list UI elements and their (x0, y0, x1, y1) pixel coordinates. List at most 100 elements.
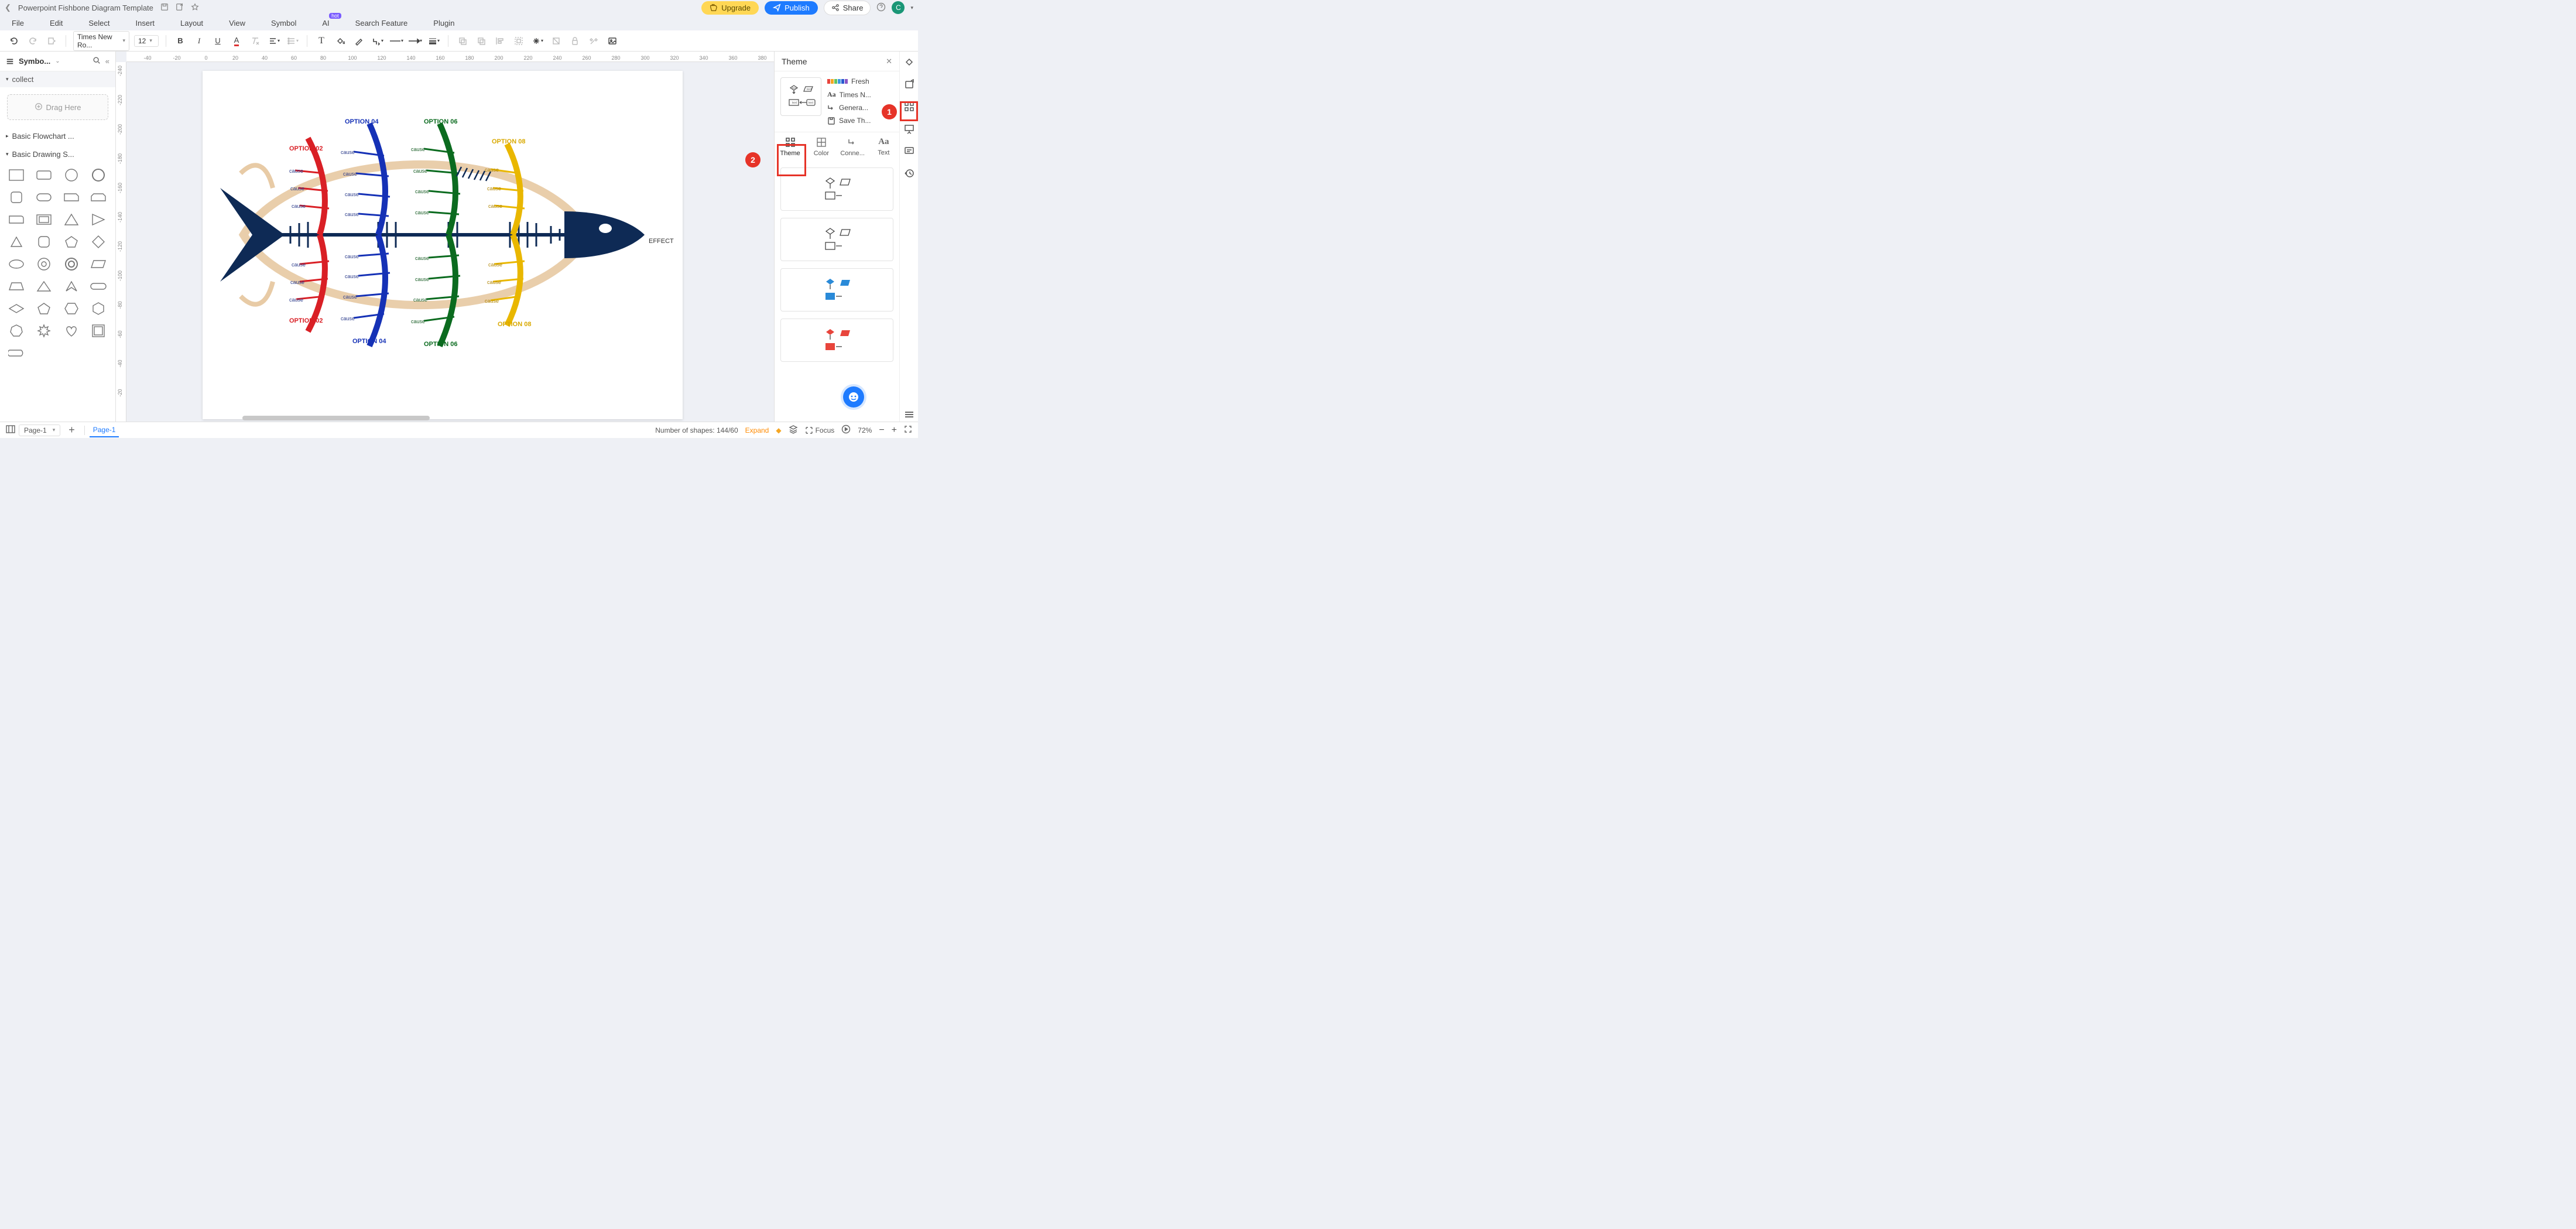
page[interactable]: EFFECT OPTION 02 OPTION 02 cause (203, 71, 683, 419)
user-avatar[interactable]: C (892, 1, 905, 14)
zoom-in-button[interactable]: + (892, 425, 897, 436)
align-shapes-button[interactable] (493, 34, 507, 48)
save-icon[interactable] (160, 3, 169, 13)
clear-format-button[interactable] (248, 34, 262, 48)
favorite-star-icon[interactable] (191, 3, 199, 13)
publish-button[interactable]: Publish (765, 1, 818, 15)
shape-triangle-small[interactable] (6, 234, 27, 250)
send-back-button[interactable] (474, 34, 488, 48)
font-size-select[interactable]: 12▾ (134, 35, 159, 47)
undo-button[interactable] (7, 34, 21, 48)
fullscreen-icon[interactable] (904, 425, 912, 435)
menu-layout[interactable]: Layout (180, 19, 203, 28)
sidebar-dropdown-icon[interactable]: ⌄ (55, 58, 60, 64)
shape-diamond[interactable] (88, 234, 109, 250)
shape-frame2[interactable] (88, 323, 109, 339)
shape-single-round[interactable] (6, 211, 27, 228)
tools-button[interactable] (587, 34, 601, 48)
theme-card[interactable] (780, 218, 893, 261)
expand-link[interactable]: Expand (745, 426, 769, 434)
fill-color-button[interactable] (333, 34, 347, 48)
shape-triangle-right[interactable] (88, 211, 109, 228)
menu-ai[interactable]: AIhot (322, 19, 329, 28)
shape-rhombus-wide[interactable] (6, 300, 27, 317)
underline-button[interactable]: U (211, 34, 225, 48)
shape-snip-rect[interactable] (61, 189, 82, 206)
shape-circle-thick[interactable] (88, 167, 109, 183)
theme-card[interactable] (780, 319, 893, 362)
drag-here-zone[interactable]: Drag Here (7, 94, 108, 120)
group-button[interactable] (512, 34, 526, 48)
font-family-select[interactable]: Times New Ro...▾ (73, 31, 129, 51)
panel-layout-icon[interactable] (6, 425, 15, 435)
theme-color-row[interactable]: Fresh (827, 77, 893, 85)
line-style-button[interactable]: ▾ (389, 34, 403, 48)
category-flowchart[interactable]: ▸Basic Flowchart ... (0, 127, 115, 145)
zoom-level[interactable]: 72% (858, 426, 872, 434)
rail-export-icon[interactable] (902, 77, 916, 91)
theme-tab-connector[interactable]: Conne... (837, 132, 868, 162)
rail-history-icon[interactable] (902, 166, 916, 180)
theme-tab-color[interactable]: Color (806, 132, 837, 162)
menu-file[interactable]: File (12, 19, 24, 28)
shape-rounded-rect[interactable] (33, 167, 54, 183)
shape-burst[interactable] (33, 323, 54, 339)
text-tool-button[interactable]: T (314, 34, 328, 48)
collapse-sidebar-icon[interactable]: « (105, 57, 109, 66)
line-color-button[interactable] (352, 34, 366, 48)
arrow-style-button[interactable]: ▾ (408, 34, 422, 48)
line-weight-button[interactable]: ▾ (427, 34, 441, 48)
rail-menu-icon[interactable] (902, 408, 916, 422)
shape-ring-bold[interactable] (61, 256, 82, 272)
bring-front-button[interactable] (455, 34, 470, 48)
menu-edit[interactable]: Edit (50, 19, 63, 28)
shape-hexagon[interactable] (61, 300, 82, 317)
page-select[interactable]: Page-1▾ (19, 424, 60, 436)
italic-button[interactable]: I (192, 34, 206, 48)
search-icon[interactable] (93, 56, 101, 66)
font-color-button[interactable]: A (229, 34, 244, 48)
shape-hexagon-v[interactable] (88, 300, 109, 317)
canvas[interactable]: EFFECT OPTION 02 OPTION 02 cause (126, 62, 774, 422)
focus-toggle[interactable]: Focus (805, 426, 835, 434)
shape-pentagon2[interactable] (33, 300, 54, 317)
play-icon[interactable] (841, 424, 851, 436)
lock-button[interactable] (568, 34, 582, 48)
export-icon[interactable] (176, 3, 184, 13)
theme-card[interactable] (780, 268, 893, 311)
shape-trapezoid[interactable] (6, 278, 27, 295)
upgrade-button[interactable]: Upgrade (701, 1, 759, 15)
chat-fab[interactable] (843, 386, 864, 408)
theme-save-row[interactable]: Save Th... (827, 117, 893, 125)
rail-fill-icon[interactable] (902, 55, 916, 69)
shape-chevron-up[interactable] (61, 278, 82, 295)
shape-triangle-iso[interactable] (33, 278, 54, 295)
page-tab[interactable]: Page-1 (90, 423, 119, 437)
bold-button[interactable]: B (173, 34, 187, 48)
category-drawing[interactable]: ▾Basic Drawing S... (0, 145, 115, 163)
shape-octagon-round[interactable] (33, 234, 54, 250)
theme-tab-text[interactable]: Aa Text (868, 132, 899, 162)
menu-view[interactable]: View (229, 19, 245, 28)
shape-frame[interactable] (33, 211, 54, 228)
menu-select[interactable]: Select (88, 19, 109, 28)
rail-comment-icon[interactable] (902, 144, 916, 158)
shape-snip-both[interactable] (88, 189, 109, 206)
avatar-menu-chevron-icon[interactable]: ▾ (910, 5, 913, 11)
shape-pill[interactable] (33, 189, 54, 206)
format-painter-button[interactable] (44, 34, 59, 48)
crop-button[interactable] (549, 34, 563, 48)
shape-ellipse[interactable] (6, 256, 27, 272)
rail-theme-icon[interactable] (902, 100, 916, 114)
theme-tab-theme[interactable]: Theme (775, 132, 806, 162)
list-button[interactable]: ▾ (286, 34, 300, 48)
theme-font-row[interactable]: AaTimes N... (827, 90, 893, 99)
shape-stadium[interactable] (88, 278, 109, 295)
zoom-out-button[interactable]: − (879, 425, 884, 436)
help-icon[interactable] (876, 2, 886, 13)
back-chevron-icon[interactable]: ❮ (5, 3, 11, 12)
add-page-button[interactable]: + (64, 424, 80, 436)
horizontal-scrollbar[interactable] (137, 415, 774, 422)
rail-present-icon[interactable] (902, 122, 916, 136)
shape-parallelogram[interactable] (88, 256, 109, 272)
